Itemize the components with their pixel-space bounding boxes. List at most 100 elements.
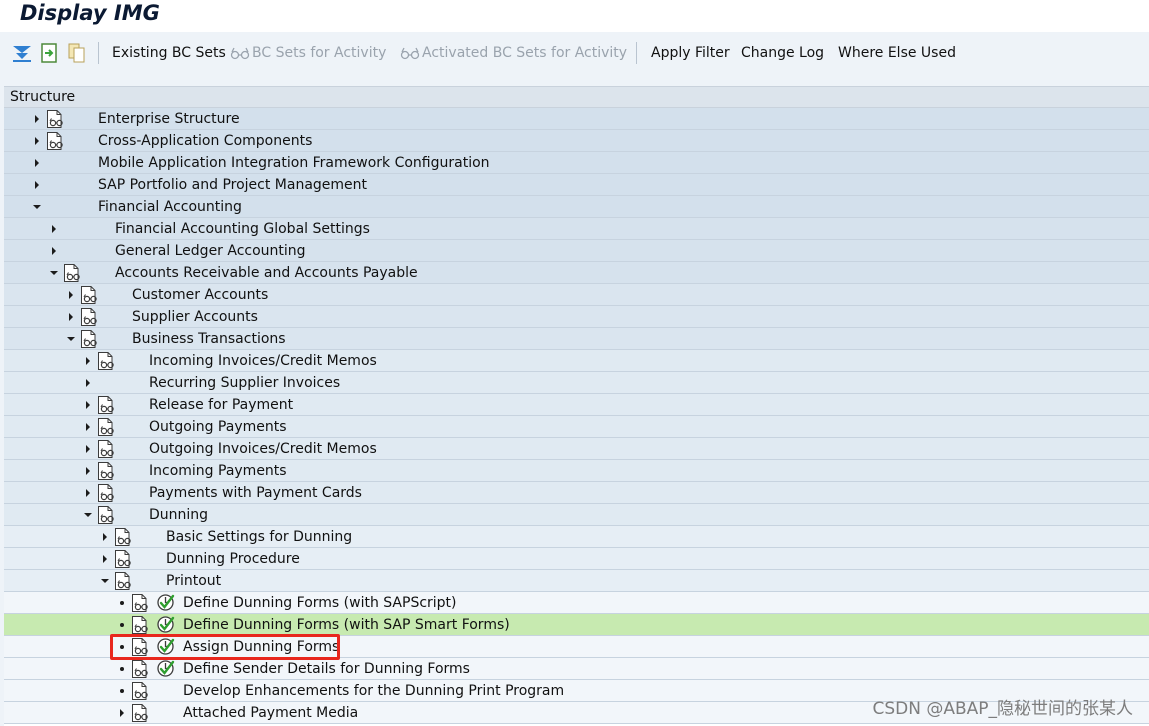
tree-node-label[interactable]: Financial Accounting Global Settings xyxy=(115,220,370,238)
expand-arrow-icon[interactable] xyxy=(66,310,76,324)
tree-node[interactable]: Define Dunning Forms (with SAPScript) xyxy=(4,592,1149,614)
tree-node-label[interactable]: Accounts Receivable and Accounts Payable xyxy=(115,264,418,282)
expand-subtree-icon[interactable] xyxy=(11,42,33,64)
collapse-arrow-icon[interactable] xyxy=(66,332,76,346)
tree-node[interactable]: Incoming Invoices/Credit Memos xyxy=(4,350,1149,372)
documentation-icon[interactable] xyxy=(97,461,115,481)
expand-arrow-icon[interactable] xyxy=(32,112,42,126)
tree-node-label[interactable]: Recurring Supplier Invoices xyxy=(149,374,340,392)
documentation-icon[interactable] xyxy=(114,571,132,591)
tree-node[interactable]: Printout xyxy=(4,570,1149,592)
expand-arrow-icon[interactable] xyxy=(49,222,59,236)
tree-node-label[interactable]: Basic Settings for Dunning xyxy=(166,528,352,546)
tree-node[interactable]: Release for Payment xyxy=(4,394,1149,416)
existing-bc-sets-button[interactable]: Existing BC Sets xyxy=(112,43,226,63)
execute-activity-icon[interactable] xyxy=(156,615,175,634)
execute-activity-icon[interactable] xyxy=(156,593,175,612)
activated-bc-sets-button[interactable]: Activated BC Sets for Activity xyxy=(400,43,627,63)
tree-node[interactable]: Cross-Application Components xyxy=(4,130,1149,152)
tree-node-label[interactable]: Define Dunning Forms (with SAPScript) xyxy=(183,594,457,612)
documentation-icon[interactable] xyxy=(97,395,115,415)
tree-node[interactable]: Payments with Payment Cards xyxy=(4,482,1149,504)
expand-arrow-icon[interactable] xyxy=(117,706,127,720)
tree-node-label[interactable]: Release for Payment xyxy=(149,396,293,414)
import-icon[interactable] xyxy=(38,42,60,64)
documentation-icon[interactable] xyxy=(114,549,132,569)
collapse-arrow-icon[interactable] xyxy=(49,266,59,280)
bc-sets-for-activity-button[interactable]: BC Sets for Activity xyxy=(230,43,386,63)
expand-arrow-icon[interactable] xyxy=(83,442,93,456)
tree-node[interactable]: Recurring Supplier Invoices xyxy=(4,372,1149,394)
documentation-icon[interactable] xyxy=(131,659,149,679)
documentation-icon[interactable] xyxy=(114,527,132,547)
expand-arrow-icon[interactable] xyxy=(83,420,93,434)
documentation-icon[interactable] xyxy=(97,505,115,525)
expand-arrow-icon[interactable] xyxy=(66,288,76,302)
tree-node-label[interactable]: Develop Enhancements for the Dunning Pri… xyxy=(183,682,564,700)
documentation-icon[interactable] xyxy=(80,329,98,349)
tree-node[interactable]: Define Sender Details for Dunning Forms xyxy=(4,658,1149,680)
expand-arrow-icon[interactable] xyxy=(32,178,42,192)
tree-node-label[interactable]: Payments with Payment Cards xyxy=(149,484,362,502)
tree-node-label[interactable]: Define Dunning Forms (with SAP Smart For… xyxy=(183,616,510,634)
tree-node-label[interactable]: Incoming Invoices/Credit Memos xyxy=(149,352,377,370)
tree-node-label[interactable]: Define Sender Details for Dunning Forms xyxy=(183,660,470,678)
tree-node-label[interactable]: Enterprise Structure xyxy=(98,110,240,128)
tree-node-label[interactable]: Incoming Payments xyxy=(149,462,287,480)
expand-arrow-icon[interactable] xyxy=(49,244,59,258)
expand-arrow-icon[interactable] xyxy=(83,376,93,390)
documentation-icon[interactable] xyxy=(46,131,64,151)
structure-column-header[interactable]: Structure xyxy=(4,86,1149,108)
documentation-icon[interactable] xyxy=(97,417,115,437)
tree-node[interactable]: Enterprise Structure xyxy=(4,108,1149,130)
tree-node[interactable]: Financial Accounting xyxy=(4,196,1149,218)
tree-node-label[interactable]: Supplier Accounts xyxy=(132,308,258,326)
documentation-icon[interactable] xyxy=(80,285,98,305)
apply-filter-button[interactable]: Apply Filter xyxy=(651,43,730,63)
tree-node[interactable]: Basic Settings for Dunning xyxy=(4,526,1149,548)
expand-arrow-icon[interactable] xyxy=(83,354,93,368)
expand-arrow-icon[interactable] xyxy=(32,156,42,170)
documentation-icon[interactable] xyxy=(97,483,115,503)
documentation-icon[interactable] xyxy=(131,615,149,635)
expand-arrow-icon[interactable] xyxy=(83,398,93,412)
tree-node[interactable]: Outgoing Payments xyxy=(4,416,1149,438)
tree-node-label[interactable]: Customer Accounts xyxy=(132,286,268,304)
change-log-button[interactable]: Change Log xyxy=(741,43,824,63)
tree-node-label[interactable]: Dunning Procedure xyxy=(166,550,300,568)
tree-node[interactable]: Define Dunning Forms (with SAP Smart For… xyxy=(4,614,1149,636)
tree-node[interactable]: Outgoing Invoices/Credit Memos xyxy=(4,438,1149,460)
where-else-used-button[interactable]: Where Else Used xyxy=(838,43,956,63)
tree-node[interactable]: Dunning Procedure xyxy=(4,548,1149,570)
tree-node-label[interactable]: Printout xyxy=(166,572,221,590)
documentation-icon[interactable] xyxy=(97,351,115,371)
tree-node-label[interactable]: Financial Accounting xyxy=(98,198,242,216)
copy-icon[interactable] xyxy=(66,42,88,64)
collapse-arrow-icon[interactable] xyxy=(32,200,42,214)
collapse-arrow-icon[interactable] xyxy=(100,574,110,588)
tree-node-label[interactable]: SAP Portfolio and Project Management xyxy=(98,176,367,194)
tree-node[interactable]: Accounts Receivable and Accounts Payable xyxy=(4,262,1149,284)
tree-node-label[interactable]: General Ledger Accounting xyxy=(115,242,306,260)
tree-node-label[interactable]: Attached Payment Media xyxy=(183,704,358,722)
tree-node-label[interactable]: Outgoing Invoices/Credit Memos xyxy=(149,440,377,458)
documentation-icon[interactable] xyxy=(131,681,149,701)
expand-arrow-icon[interactable] xyxy=(100,530,110,544)
tree-node-label[interactable]: Dunning xyxy=(149,506,208,524)
tree-node-label[interactable]: Cross-Application Components xyxy=(98,132,312,150)
expand-arrow-icon[interactable] xyxy=(32,134,42,148)
tree-node[interactable]: Business Transactions xyxy=(4,328,1149,350)
tree-node-label[interactable]: Outgoing Payments xyxy=(149,418,287,436)
tree-node[interactable]: General Ledger Accounting xyxy=(4,240,1149,262)
expand-arrow-icon[interactable] xyxy=(83,464,93,478)
execute-activity-icon[interactable] xyxy=(156,659,175,678)
documentation-icon[interactable] xyxy=(63,263,81,283)
collapse-arrow-icon[interactable] xyxy=(83,508,93,522)
documentation-icon[interactable] xyxy=(46,109,64,129)
documentation-icon[interactable] xyxy=(80,307,98,327)
expand-arrow-icon[interactable] xyxy=(100,552,110,566)
tree-node-label[interactable]: Mobile Application Integration Framework… xyxy=(98,154,490,172)
tree-node[interactable]: SAP Portfolio and Project Management xyxy=(4,174,1149,196)
tree-node[interactable]: Financial Accounting Global Settings xyxy=(4,218,1149,240)
tree-node[interactable]: Supplier Accounts xyxy=(4,306,1149,328)
